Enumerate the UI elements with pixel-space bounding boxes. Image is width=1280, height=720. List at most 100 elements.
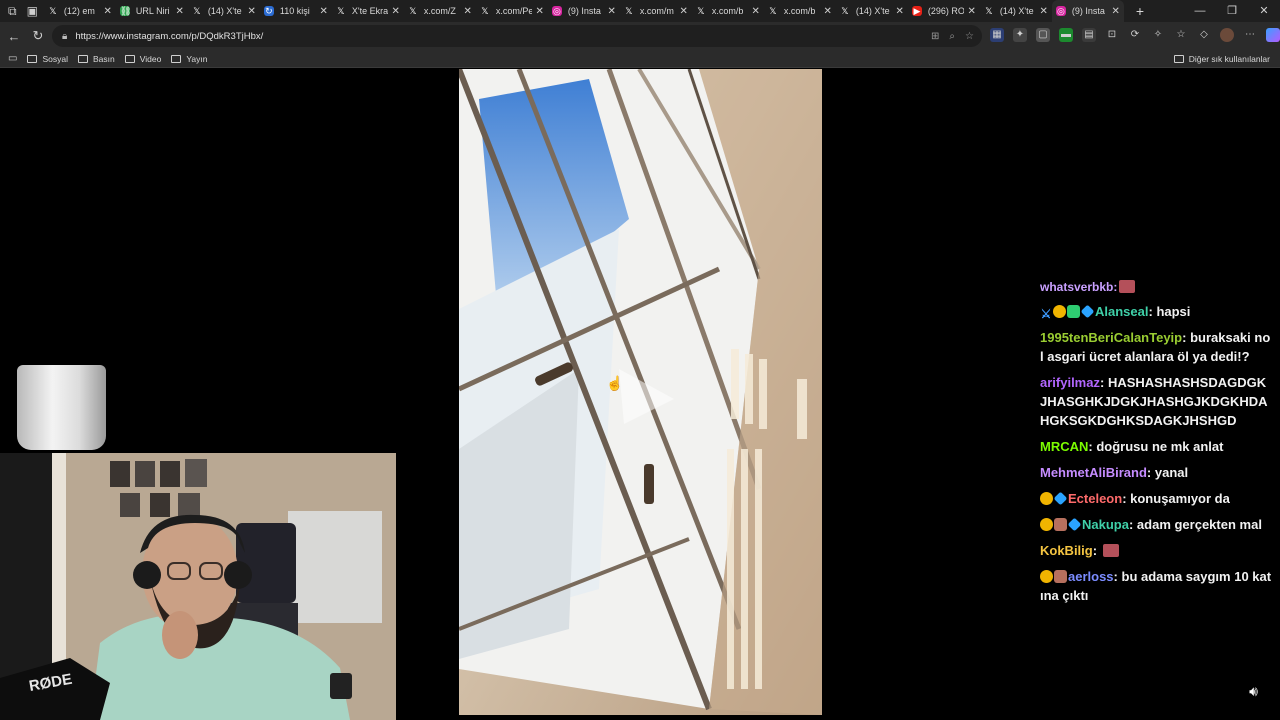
app-available-icon[interactable]: ⊞ — [931, 31, 939, 42]
browser-tab[interactable]: 𝕏x.com/Z ✕ — [404, 0, 476, 22]
zoom-icon[interactable]: ⌕ — [949, 31, 955, 42]
close-tab-icon[interactable]: ✕ — [680, 6, 688, 17]
extension-icon[interactable]: ▦ — [990, 28, 1004, 42]
chat-message: arifyilmaz: HASHASHASHSDAGDGKJHASGHKJDGK… — [1040, 373, 1272, 430]
favorites-icon[interactable]: ☆ — [1174, 28, 1188, 42]
back-icon[interactable]: ← — [2, 29, 26, 44]
browser-tab[interactable]: 𝕏x.com/m ✕ — [620, 0, 692, 22]
sub-badge-icon — [1040, 492, 1053, 505]
bookmark-folder[interactable]: Sosyal — [27, 54, 68, 64]
refresh-icon[interactable]: ↻ — [26, 28, 50, 44]
x-logo-icon: 𝕏 — [985, 6, 993, 16]
close-tab-icon[interactable]: ✕ — [392, 6, 400, 17]
chat-text: hapsi — [1156, 304, 1191, 319]
chat-username[interactable]: Nakupa — [1082, 517, 1129, 532]
close-tab-icon[interactable]: ✕ — [1040, 6, 1048, 17]
workspaces-icon[interactable]: ⧉ — [8, 4, 17, 19]
reading-list-icon[interactable]: ▭ — [8, 53, 17, 64]
close-tab-icon[interactable]: ✕ — [968, 6, 976, 17]
chat-username[interactable]: MRCAN — [1040, 439, 1088, 454]
stream-chat: whatsverbkb: ⚔ Alanseal: hapsi 1995tenBeri… — [1040, 280, 1272, 612]
chat-username[interactable]: aerloss — [1068, 569, 1114, 584]
extension-icon[interactable]: ▤ — [1082, 28, 1096, 42]
bookmark-folder[interactable]: Video — [124, 53, 162, 64]
chat-username[interactable]: Alanseal — [1095, 304, 1148, 319]
bookmark-label: Video — [139, 53, 162, 64]
close-tab-icon[interactable]: ✕ — [824, 6, 832, 17]
tab-title: x.com/b — [711, 6, 744, 16]
copilot-icon[interactable] — [1266, 28, 1280, 42]
restore-icon[interactable]: ❐ — [1216, 0, 1248, 22]
cube-badge-icon — [1053, 491, 1068, 506]
minimize-icon[interactable]: — — [1184, 0, 1216, 22]
extension-icon[interactable]: ⊡ — [1105, 28, 1119, 42]
x-logo-icon: 𝕏 — [409, 6, 417, 16]
browser-tab[interactable]: 𝕏 (14) X'te ✕ — [836, 0, 908, 22]
close-tab-icon[interactable]: ✕ — [752, 6, 760, 17]
browser-essentials-icon[interactable]: ◇ — [1197, 28, 1211, 42]
browser-tab[interactable]: 𝕏 (14) X'te ✕ — [980, 0, 1052, 22]
browser-tab[interactable]: 𝕏x.com/Pe ✕ — [476, 0, 548, 22]
browser-tab[interactable]: 𝕏 (14) X'te ✕ — [188, 0, 260, 22]
extension-icon[interactable]: ▬ — [1059, 28, 1073, 42]
close-tab-icon[interactable]: ✕ — [248, 6, 256, 17]
close-tab-icon[interactable]: ✕ — [1112, 6, 1120, 17]
close-tab-icon[interactable]: ✕ — [536, 6, 544, 17]
post-image-window — [459, 69, 822, 715]
close-tab-icon[interactable]: ✕ — [176, 6, 184, 17]
lock-icon[interactable]: 🔒︎ — [62, 31, 67, 42]
browser-tab[interactable]: ↻ 110 kişi ✕ — [260, 0, 332, 22]
folder-icon — [1173, 55, 1184, 63]
profile-avatar[interactable] — [1220, 28, 1234, 42]
tab-title: x.com/b — [783, 6, 816, 16]
browser-tab[interactable]: 𝕏 (12) em ✕ — [44, 0, 116, 22]
emote-icon — [1102, 544, 1119, 557]
green-badge-icon — [1067, 305, 1080, 318]
chat-separator: : — [1099, 375, 1108, 390]
close-tab-icon[interactable]: ✕ — [608, 6, 616, 17]
chat-username[interactable]: MehmetAliBirand — [1040, 465, 1147, 480]
tab-actions-icon[interactable]: ▣ — [27, 4, 38, 18]
webcam-scene: RØDE — [0, 453, 396, 720]
browser-tab[interactable]: 𝕏 X'te Ekra ✕ — [332, 0, 404, 22]
close-tab-icon[interactable]: ✕ — [896, 6, 904, 17]
chat-partial-message: whatsverbkb: — [1040, 280, 1272, 294]
more-options-icon[interactable]: ⋯ — [1243, 28, 1257, 42]
browser-tab[interactable]: ⛓ URL Niri ✕ — [116, 0, 188, 22]
chat-username[interactable]: KokBilig — [1040, 543, 1093, 558]
instagram-post-video[interactable] — [459, 69, 822, 715]
url-text[interactable]: https://www.instagram.com/p/DQdkR3TjHbx/ — [75, 31, 263, 42]
sync-icon[interactable]: ⟳ — [1128, 28, 1142, 42]
extension-icon[interactable]: ✦ — [1013, 28, 1027, 42]
browser-tab[interactable]: 𝕏x.com/b ✕ — [692, 0, 764, 22]
chat-username[interactable]: Ecteleon — [1068, 491, 1122, 506]
bookmark-label: Yayın — [186, 53, 208, 64]
extension-icon[interactable]: ▢ — [1036, 28, 1050, 42]
close-tab-icon[interactable]: ✕ — [104, 6, 112, 17]
extensions-puzzle-icon[interactable]: ✧ — [1151, 28, 1165, 42]
bookmark-folder[interactable]: Basın — [77, 54, 115, 64]
new-tab-button[interactable]: + — [1136, 3, 1144, 19]
bookmark-folder[interactable]: Yayın — [171, 54, 207, 64]
tab-title: URL Niri — [135, 6, 170, 16]
browser-tab[interactable]: ◎ (9) Insta ✕ — [548, 0, 620, 22]
chat-separator: : — [1146, 465, 1155, 480]
x-logo-icon: 𝕏 — [769, 6, 777, 16]
close-tab-icon[interactable]: ✕ — [464, 6, 472, 17]
favorite-star-icon[interactable]: ☆ — [965, 31, 974, 42]
browser-tab[interactable]: ▶ (296) RO ✕ — [908, 0, 980, 22]
tab-title: 110 kişi — [279, 6, 310, 16]
img-badge-icon — [1054, 518, 1067, 531]
address-bar[interactable]: 🔒︎ https://www.instagram.com/p/DQdkR3TjH… — [52, 25, 982, 47]
volume-icon[interactable]: 🔊︎ — [1249, 683, 1258, 700]
chat-username[interactable]: arifyilmaz — [1040, 375, 1100, 390]
chat-username[interactable]: 1995tenBeriCalanTeyip — [1040, 330, 1182, 345]
cube-badge-icon — [1067, 517, 1082, 532]
chat-message: Nakupa: adam gerçekten mal — [1040, 515, 1272, 534]
browser-tab[interactable]: 𝕏x.com/b ✕ — [764, 0, 836, 22]
browser-tab[interactable]: ◎ (9) Insta ✕ — [1051, 0, 1124, 22]
close-window-icon[interactable]: ✕ — [1248, 0, 1280, 22]
chat-message: KokBilig: — [1040, 541, 1272, 560]
other-bookmarks[interactable]: Diğer sık kullanılanlar — [1173, 54, 1270, 64]
close-tab-icon[interactable]: ✕ — [320, 6, 328, 17]
